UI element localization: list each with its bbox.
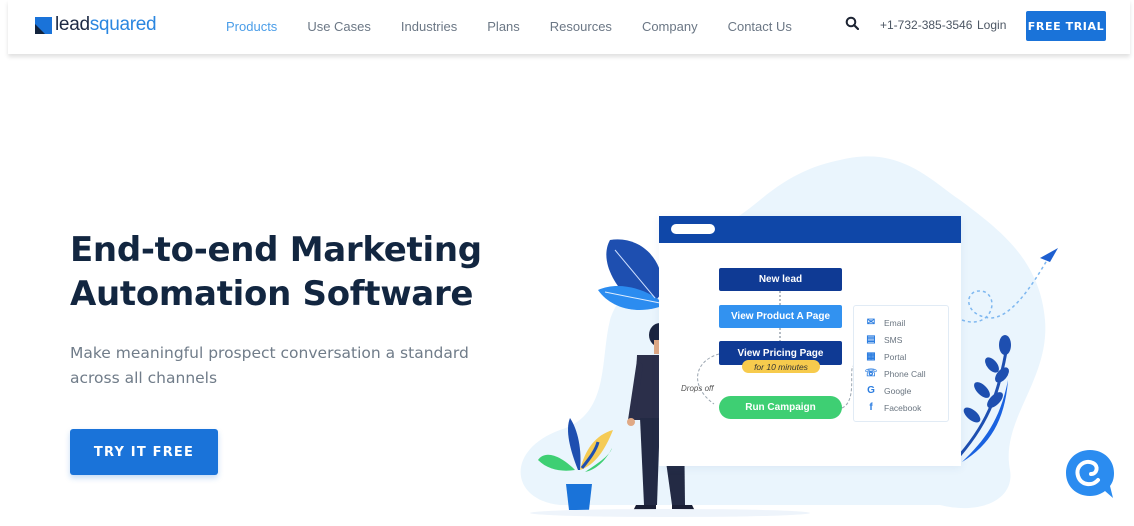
- paper-plane-decoration: [961, 248, 1058, 323]
- nav-company[interactable]: Company: [642, 19, 698, 34]
- site-header: leadsquared Products Use Cases Industrie…: [8, 0, 1130, 54]
- logo-text-lead: lead: [55, 14, 90, 35]
- channel-list: ✉ Email ▤ SMS ▦ Portal ☏ Phone Call G Google …: [853, 305, 949, 422]
- leaves-decoration: [598, 239, 665, 310]
- logo-text-squared: squared: [89, 14, 157, 35]
- nav-plans[interactable]: Plans: [487, 19, 520, 34]
- hero-title: End-to-end Marketing Automation Software: [70, 228, 482, 316]
- chat-widget-icon[interactable]: [1063, 446, 1117, 502]
- free-trial-button[interactable]: FREE TRIAL: [1026, 11, 1106, 41]
- nav-contact-us[interactable]: Contact Us: [728, 19, 792, 34]
- flow-step-new-lead: New lead: [719, 268, 842, 291]
- flow-step-run-campaign: Run Campaign: [719, 396, 842, 419]
- workflow-window: New lead View Product A Page View Pricin…: [659, 216, 961, 466]
- login-link[interactable]: Login: [977, 18, 1006, 32]
- logo-icon: [35, 16, 52, 34]
- nav-products[interactable]: Products: [226, 19, 277, 34]
- sms-icon: ▤: [866, 334, 876, 345]
- ground-shadow: [530, 509, 810, 517]
- hero-title-line2: Automation Software: [70, 274, 474, 314]
- logo[interactable]: leadsquared: [35, 14, 157, 36]
- potted-plant: [538, 418, 613, 510]
- portal-icon: ▦: [866, 351, 876, 362]
- channel-sms: ▤ SMS: [866, 331, 948, 348]
- nav-use-cases[interactable]: Use Cases: [307, 19, 371, 34]
- channel-label: Portal: [884, 351, 907, 362]
- phone-icon: ☏: [864, 368, 878, 379]
- facebook-icon: f: [869, 402, 873, 413]
- channel-google: G Google: [866, 382, 948, 399]
- flow-step-view-product: View Product A Page: [719, 305, 842, 328]
- phone-number[interactable]: +1-732-385-3546: [880, 18, 972, 32]
- google-icon: G: [867, 385, 875, 396]
- nav-industries[interactable]: Industries: [401, 19, 457, 34]
- nav-resources[interactable]: Resources: [550, 19, 612, 34]
- hero-subtitle: Make meaningful prospect conversation a …: [70, 341, 490, 391]
- channel-label: Facebook: [884, 402, 922, 413]
- fern-decoration: [958, 335, 1011, 462]
- channel-label: SMS: [884, 334, 903, 345]
- hero-subtitle-line1: Make meaningful prospect conversation a …: [70, 344, 469, 362]
- try-it-free-button[interactable]: TRY IT FREE: [70, 429, 218, 475]
- email-icon: ✉: [866, 317, 876, 328]
- channel-portal: ▦ Portal: [866, 348, 948, 365]
- channel-label: Google: [884, 385, 912, 396]
- duration-badge: for 10 minutes: [742, 360, 820, 373]
- search-icon[interactable]: [845, 16, 859, 30]
- main-nav: Products Use Cases Industries Plans Reso…: [226, 19, 822, 34]
- hero-subtitle-line2: across all channels: [70, 369, 218, 387]
- drops-off-label: Drops off: [681, 384, 714, 393]
- channel-label: Phone Call: [884, 368, 926, 379]
- channel-facebook: f Facebook: [866, 399, 948, 416]
- channel-email: ✉ Email: [866, 314, 948, 331]
- hero-title-line1: End-to-end Marketing: [70, 230, 482, 270]
- channel-label: Email: [884, 317, 906, 328]
- channel-phone: ☏ Phone Call: [864, 365, 948, 382]
